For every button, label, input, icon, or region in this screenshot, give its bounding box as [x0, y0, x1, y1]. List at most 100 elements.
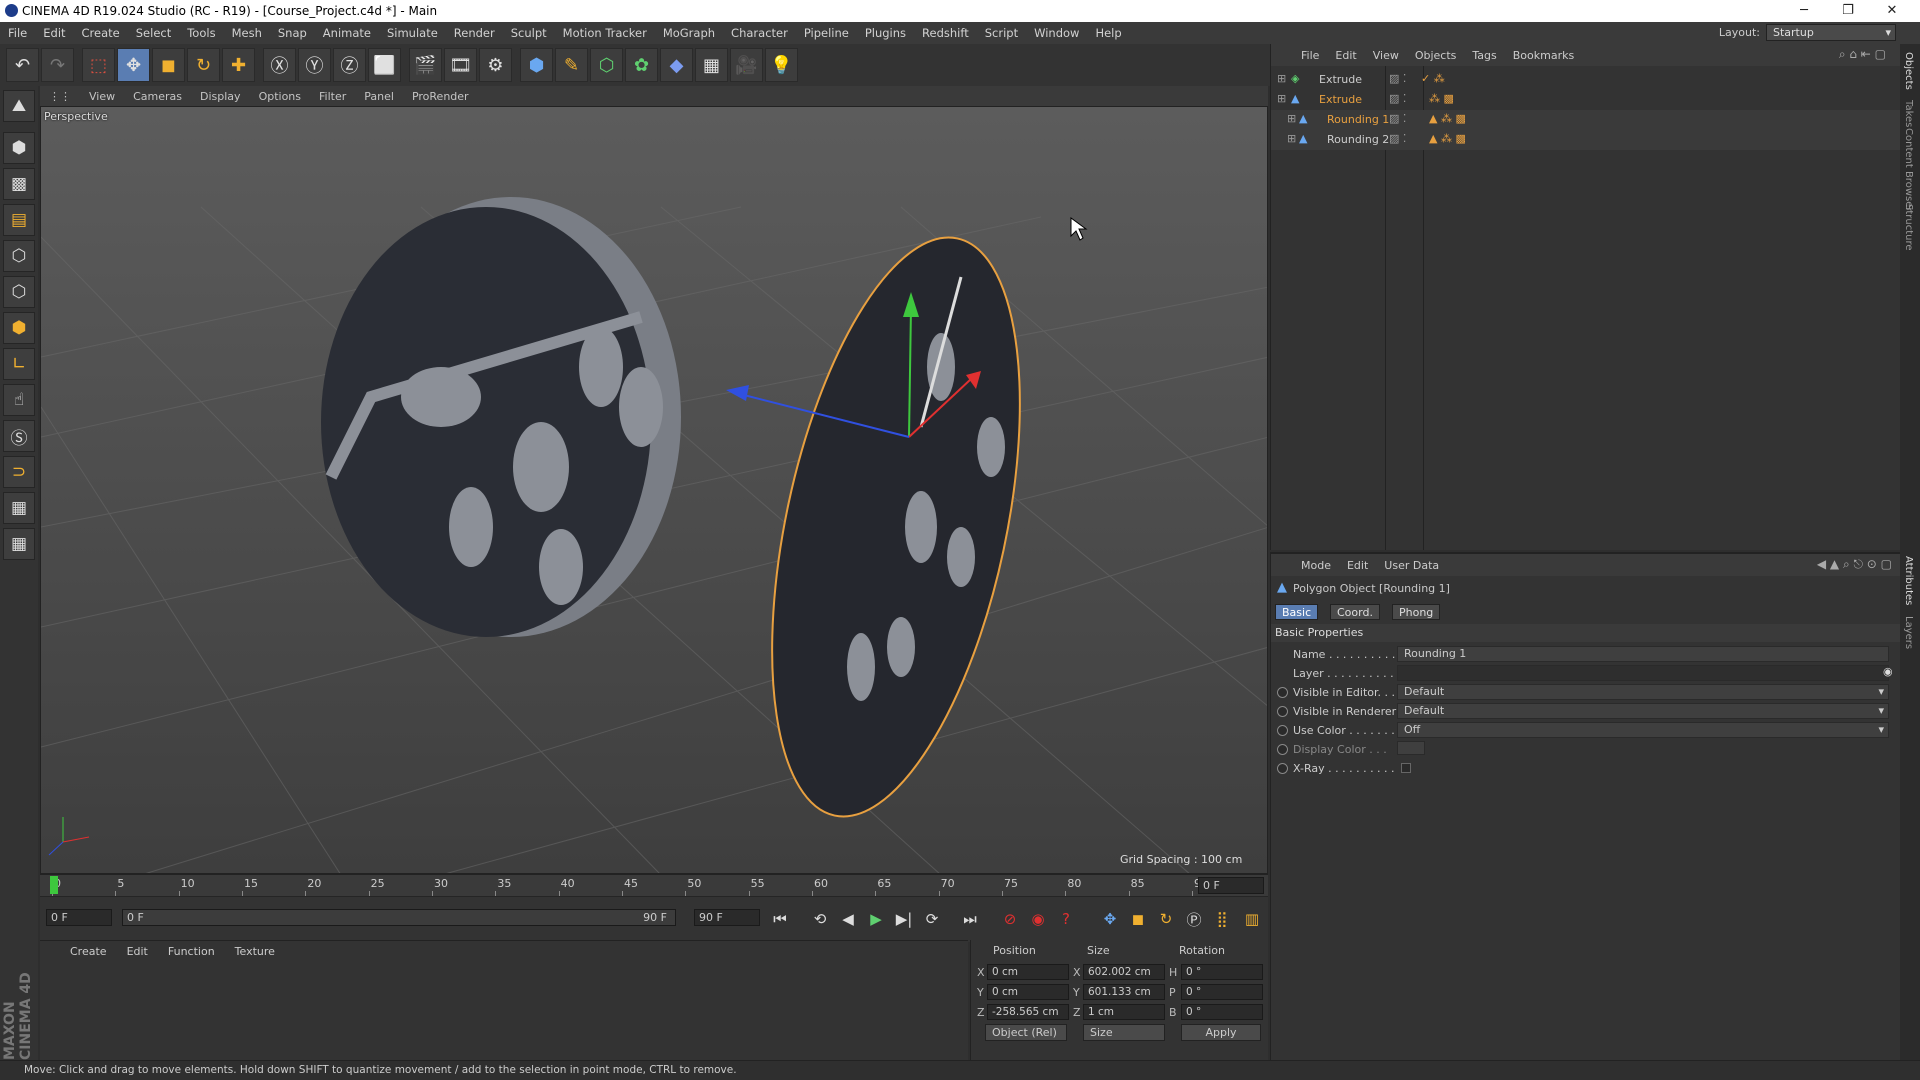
menu-snap[interactable]: Snap [270, 26, 315, 40]
viewport-menu-options[interactable]: Options [250, 90, 310, 103]
side-tab-structure[interactable]: Structure [1903, 204, 1914, 251]
viewport-menu-view[interactable]: View [80, 90, 124, 103]
menu-select[interactable]: Select [128, 26, 179, 40]
menu-plugins[interactable]: Plugins [857, 26, 914, 40]
object-menu-file[interactable]: File [1293, 49, 1327, 62]
size-mode-dropdown[interactable]: Size [1083, 1024, 1165, 1041]
object-row[interactable]: ⊞ ▲ Rounding 2 ▨ ⁚ ▲ ⁂ ▩ [1271, 130, 1901, 150]
tab-phong[interactable]: Phong [1392, 604, 1441, 620]
tab-basic[interactable]: Basic [1275, 604, 1319, 620]
live-selection-icon[interactable]: ⬚ [82, 48, 115, 82]
visibility-icon[interactable]: ▨ ⁚ [1389, 132, 1406, 145]
rotation-h-field[interactable]: 0 ° [1181, 964, 1263, 980]
floor-icon[interactable]: ▦ [695, 48, 728, 82]
menu-create[interactable]: Create [74, 26, 128, 40]
attribute-menu-edit[interactable]: Edit [1339, 559, 1376, 572]
menu-render[interactable]: Render [446, 26, 503, 40]
property-value-field[interactable]: Default [1397, 684, 1889, 700]
end-frame-field[interactable]: 90 F [694, 909, 760, 926]
tag-icons[interactable]: ▲ ⁂ ▩ [1429, 132, 1466, 145]
undo-icon[interactable]: ↶ [6, 48, 39, 82]
object-row[interactable]: ⊞ ▲ Extrude ▨ ⁚ ⁂ ▩ [1271, 90, 1901, 110]
record-scale-icon[interactable]: ◼ [1126, 907, 1150, 931]
menu-simulate[interactable]: Simulate [379, 26, 446, 40]
go-to-start-icon[interactable]: ⏮ [768, 907, 792, 931]
planar-workplane-icon[interactable]: ▦ [3, 528, 35, 560]
light-icon[interactable]: 💡 [765, 48, 798, 82]
z-axis-lock-icon[interactable]: Ⓩ [333, 48, 366, 82]
position-y-field[interactable]: 0 cm [987, 984, 1069, 1000]
layout-dropdown[interactable]: Startup [1766, 24, 1896, 41]
visibility-icon[interactable]: ▨ ⁚ [1389, 92, 1406, 105]
make-editable-icon[interactable]: ⛰ [3, 90, 35, 122]
lock-workplane-icon[interactable]: ▦ [3, 492, 35, 524]
tag-icons[interactable]: ⁂ ▩ [1429, 92, 1454, 105]
rotation-p-field[interactable]: 0 ° [1181, 984, 1263, 1000]
current-frame-field[interactable]: 0 F [1198, 877, 1264, 894]
coordinate-system-icon[interactable]: ⬜ [368, 48, 401, 82]
start-frame-field[interactable]: 0 F [46, 909, 112, 926]
object-name[interactable]: Extrude [1319, 73, 1362, 86]
go-to-end-icon[interactable]: ⏭ [958, 907, 982, 931]
object-menu-edit[interactable]: Edit [1327, 49, 1364, 62]
coordinate-mode-dropdown[interactable]: Object (Rel) [985, 1024, 1067, 1041]
timeline-ruler[interactable]: 051015202530354045505560657075808590 [40, 874, 1268, 897]
material-menu-texture[interactable]: Texture [225, 945, 285, 958]
edges-mode-icon[interactable]: ⬡ [3, 276, 35, 308]
position-x-field[interactable]: 0 cm [987, 964, 1069, 980]
animate-radio-icon[interactable] [1277, 725, 1288, 736]
close-button[interactable]: ✕ [1870, 0, 1914, 22]
property-value-field[interactable]: Off [1397, 722, 1889, 738]
move-tool-icon[interactable]: ✥ [117, 48, 150, 82]
menu-file[interactable]: File [0, 26, 35, 40]
viewport-menu-filter[interactable]: Filter [310, 90, 355, 103]
render-view-icon[interactable]: 🎬 [409, 48, 442, 82]
subdivision-icon[interactable]: ⬡ [590, 48, 623, 82]
viewport-menu-cameras[interactable]: Cameras [124, 90, 191, 103]
animate-radio-icon[interactable] [1277, 744, 1288, 755]
model-mode-icon[interactable]: ⬢ [3, 132, 35, 164]
maximize-button[interactable]: ❐ [1826, 0, 1870, 22]
render-settings-icon[interactable]: ⚙ [479, 48, 512, 82]
search-icon[interactable]: ⌕ ⌂ ⇤ ▢ [1839, 47, 1886, 62]
record-parameter-icon[interactable]: Ⓟ [1182, 907, 1206, 931]
material-menu-function[interactable]: Function [158, 945, 225, 958]
object-menu-tags[interactable]: Tags [1464, 49, 1504, 62]
side-tab-layers[interactable]: Layers [1903, 616, 1914, 649]
polygons-mode-icon[interactable]: ⬢ [3, 312, 35, 344]
xray-checkbox[interactable] [1401, 763, 1411, 773]
minimize-button[interactable]: ─ [1782, 0, 1826, 22]
tab-coord[interactable]: Coord. [1330, 604, 1380, 620]
array-icon[interactable]: ✿ [625, 48, 658, 82]
attribute-menu-mode[interactable]: Mode [1293, 559, 1339, 572]
object-menu-objects[interactable]: Objects [1407, 49, 1465, 62]
size-z-field[interactable]: 1 cm [1083, 1004, 1165, 1020]
deformer-icon[interactable]: ◆ [660, 48, 693, 82]
redo-icon[interactable]: ↷ [41, 48, 74, 82]
expand-icon[interactable]: ⊞ [1277, 92, 1286, 105]
object-name[interactable]: Extrude [1319, 93, 1362, 106]
visibility-icon[interactable]: ▨ ⁚ [1389, 112, 1406, 125]
size-y-field[interactable]: 601.133 cm [1083, 984, 1165, 1000]
viewport-menu-panel[interactable]: Panel [355, 90, 403, 103]
tweak-mode-icon[interactable]: ☝ [3, 384, 35, 416]
layer-picker-icon[interactable]: ◉ [1883, 665, 1893, 678]
size-x-field[interactable]: 602.002 cm [1083, 964, 1165, 980]
scale-tool-icon[interactable]: ◼ [152, 48, 185, 82]
next-key-icon[interactable]: ⟳ [920, 907, 944, 931]
object-menu-bookmarks[interactable]: Bookmarks [1505, 49, 1582, 62]
record-keys-icon[interactable]: ⊘ [998, 907, 1022, 931]
pen-spline-icon[interactable]: ✎ [555, 48, 588, 82]
previous-key-icon[interactable]: ⟲ [808, 907, 832, 931]
play-icon[interactable]: ▶ [864, 907, 888, 931]
record-rotation-icon[interactable]: ↻ [1154, 907, 1178, 931]
menu-help[interactable]: Help [1087, 26, 1129, 40]
menu-edit[interactable]: Edit [35, 26, 73, 40]
y-axis-lock-icon[interactable]: Ⓨ [298, 48, 331, 82]
axis-mode-icon[interactable]: ∟ [3, 348, 35, 380]
attribute-menu-user-data[interactable]: User Data [1376, 559, 1447, 572]
object-menu-view[interactable]: View [1365, 49, 1407, 62]
frame-range-slider[interactable]: 0 F 90 F [122, 909, 676, 926]
expand-icon[interactable]: ⊞ [1287, 132, 1296, 145]
menu-sculpt[interactable]: Sculpt [503, 26, 555, 40]
